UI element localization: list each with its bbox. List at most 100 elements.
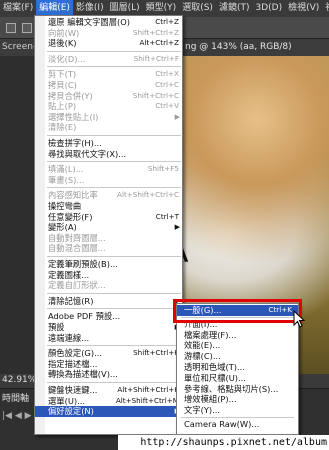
menu-item-label: 增效模組(P)... xyxy=(184,394,237,405)
edit-menu-item: 貼上(P) Ctrl+V xyxy=(45,101,182,112)
menu-item-label: 筆畫(S)... xyxy=(48,174,85,185)
menu-item-label: 遠端連線... xyxy=(48,332,90,343)
menu-item-label: 自動混合圖層... xyxy=(48,243,106,254)
menu-item-label: 貼上(P) xyxy=(48,101,77,112)
menu-item-shortcut: Shift+Ctrl+F xyxy=(133,53,179,63)
menu-item-label: 偏好設定(N) xyxy=(48,406,94,417)
edit-menu-item[interactable]: 遠端連線... xyxy=(45,332,182,344)
edit-menu-item: 拷貝合併(Y) Shift+Ctrl+C xyxy=(45,91,182,102)
preferences-menu-item[interactable]: 單位和尺標(U)... xyxy=(177,373,298,384)
edit-menu-item[interactable]: 清除記憶(R) ▶ xyxy=(45,295,182,307)
edit-menu-item[interactable]: 任意變形(F) Ctrl+T xyxy=(45,211,182,223)
menu-item-label: 效能(E)... xyxy=(184,340,221,351)
menu-item-label: 清除(E) xyxy=(48,122,77,133)
menu-item-label: 檔案處理(F)... xyxy=(184,329,237,340)
tab-active-document[interactable]: ng @ 143% (aa, RGB/8) xyxy=(185,42,292,52)
menu-file[interactable]: 檔案(F) xyxy=(0,0,36,17)
edit-menu-item: 填滿(L)... Shift+F5 xyxy=(45,164,182,175)
menu-item-label: 定義筆刷預設(B)... xyxy=(48,259,118,269)
option-checkbox[interactable] xyxy=(6,23,16,33)
edit-menu-item[interactable]: 指定描述檔... xyxy=(45,358,182,370)
menu-select[interactable]: 選取(S) xyxy=(179,0,216,17)
menu-item-label: 轉換為描述檔(V)... xyxy=(48,369,118,380)
menu-separator xyxy=(47,256,181,257)
menu-view[interactable]: 檢視(V) xyxy=(285,0,322,17)
menu-separator xyxy=(47,308,181,310)
edit-menu-item: 向前(W) Shift+Ctrl+Z xyxy=(45,28,182,39)
preferences-menu-item[interactable]: 參考線、格點與切片(S)... xyxy=(177,384,298,395)
menu-item-label: 選單(U)... xyxy=(48,395,86,406)
menu-separator xyxy=(47,292,181,294)
edit-menu-item[interactable]: 鍵盤快速鍵... Alt+Shift+Ctrl+K xyxy=(45,385,182,396)
edit-menu-item[interactable]: 顏色設定(G)... Shift+Ctrl+K xyxy=(45,348,182,359)
menu-item-label: 淡化(D)... xyxy=(48,53,86,64)
menu-item-label: 尋找與取代文字(X)... xyxy=(48,148,127,159)
menu-item-shortcut: Ctrl+V xyxy=(155,101,179,111)
menu-separator xyxy=(47,135,181,136)
preferences-menu-item[interactable]: 效能(E)... xyxy=(177,340,298,351)
menu-item-label: 填滿(L)... xyxy=(48,164,84,175)
edit-menu-item[interactable]: 操控彎曲 xyxy=(45,201,182,212)
edit-menu-item: 筆畫(S)... xyxy=(45,174,182,186)
menu-item-label: 定義圖樣... xyxy=(48,269,90,280)
tools-panel xyxy=(0,56,34,374)
option-checkbox-2[interactable] xyxy=(22,23,32,33)
menu-separator xyxy=(47,50,181,52)
preferences-menu-item[interactable]: 透明和色域(T)... xyxy=(177,362,298,373)
edit-menu-item[interactable]: 還原 編輯文字圖層(O) Ctrl+Z xyxy=(45,17,182,28)
timeline-title: 時間軸 xyxy=(2,394,30,404)
menu-item-label: 游標(C)... xyxy=(184,351,221,362)
menu-item-label: 指定描述檔... xyxy=(48,358,98,369)
menu-item-shortcut: Ctrl+Z xyxy=(155,17,179,26)
edit-menu-item[interactable]: 偏好設定(N)▶ xyxy=(35,406,182,417)
menu-window[interactable]: 視窗 xyxy=(322,0,329,17)
preferences-menu-item[interactable]: 增效模組(P)... xyxy=(177,394,298,405)
preferences-menu-item[interactable]: 文字(Y)... xyxy=(177,405,298,416)
edit-menu-item: 剪下(T) Ctrl+X xyxy=(45,69,182,80)
menu-item-label: 參考線、格點與切片(S)... xyxy=(184,383,279,394)
menu-item-label: 操控彎曲 xyxy=(48,201,82,211)
edit-menu-item: 清除(E) xyxy=(45,122,182,133)
menu-item-shortcut: Shift+F5 xyxy=(147,164,179,174)
edit-menu-item: 內容感知比率 Alt+Shift+Ctrl+C xyxy=(45,190,182,201)
menu-item-shortcut: Ctrl+C xyxy=(155,80,179,89)
menu-item-label: 文字(Y)... xyxy=(184,405,221,416)
edit-menu-item[interactable]: 選單(U)... Alt+Shift+Ctrl+M xyxy=(45,395,182,407)
submenu-arrow-icon: ▶ xyxy=(174,112,180,121)
edit-menu-item[interactable]: 定義圖樣... xyxy=(45,269,182,281)
menu-item-label: 單位和尺標(U)... xyxy=(184,372,246,383)
edit-menu-item[interactable]: 轉換為描述檔(V)... xyxy=(45,369,182,380)
menu-item-label: 鍵盤快速鍵... xyxy=(48,385,98,395)
menu-separator xyxy=(47,382,181,383)
edit-menu-item[interactable]: 檢查拼字(H)... xyxy=(45,138,182,149)
edit-menu-item[interactable]: Adobe PDF 預設... xyxy=(45,311,182,322)
menu-filter[interactable]: 濾鏡(T) xyxy=(216,0,253,17)
edit-menu-dropdown: 還原 編輯文字圖層(O) Ctrl+Z 向前(W) Shift+Ctrl+Z 退後(K)… xyxy=(34,15,183,435)
preferences-menu-item[interactable]: 游標(C)... xyxy=(177,351,298,362)
menu-3d[interactable]: 3D(D) xyxy=(252,0,285,17)
watermark-url: http://shaunps.pixnet.net/album xyxy=(118,435,329,450)
edit-menu-item[interactable]: 變形(A) ▶ xyxy=(45,222,182,233)
edit-menu-item: 定義自訂形狀... xyxy=(45,280,182,291)
edit-menu-item: 淡化(D)... Shift+Ctrl+F xyxy=(45,53,182,65)
edit-menu-item: 選擇性貼上(I) ▶ xyxy=(45,112,182,123)
menu-item-shortcut: Ctrl+T xyxy=(155,211,179,221)
edit-menu-item[interactable]: 退後(K) Alt+Ctrl+Z xyxy=(45,38,182,49)
menu-item-label: 清除記憶(R) xyxy=(48,295,94,306)
edit-menu-item[interactable]: 定義筆刷預設(B)... xyxy=(45,259,182,270)
menu-item-label: 剪下(T) xyxy=(48,69,77,80)
zoom-level: 42.91% xyxy=(2,375,37,385)
edit-menu-item: 自動混合圖層... xyxy=(45,243,182,254)
menu-item-label: 預設 xyxy=(48,322,65,332)
mouse-cursor-icon xyxy=(293,310,306,328)
edit-menu-item: 自動對齊圖層... xyxy=(45,233,182,244)
menu-item-label: 內容感知比率 xyxy=(48,190,98,201)
edit-menu-item[interactable]: 預設▶ xyxy=(45,322,182,333)
submenu-arrow-icon: ▶ xyxy=(174,223,180,232)
menu-item-shortcut: Alt+Shift+Ctrl+K xyxy=(117,385,179,394)
menu-separator xyxy=(47,66,181,68)
menu-item-label: Adobe PDF 預設... xyxy=(48,311,121,322)
preferences-menu-item[interactable]: Camera Raw(W)... xyxy=(177,419,298,430)
edit-menu-item[interactable]: 尋找與取代文字(X)... xyxy=(45,148,182,160)
preferences-menu-item[interactable]: 檔案處理(F)... xyxy=(177,330,298,341)
